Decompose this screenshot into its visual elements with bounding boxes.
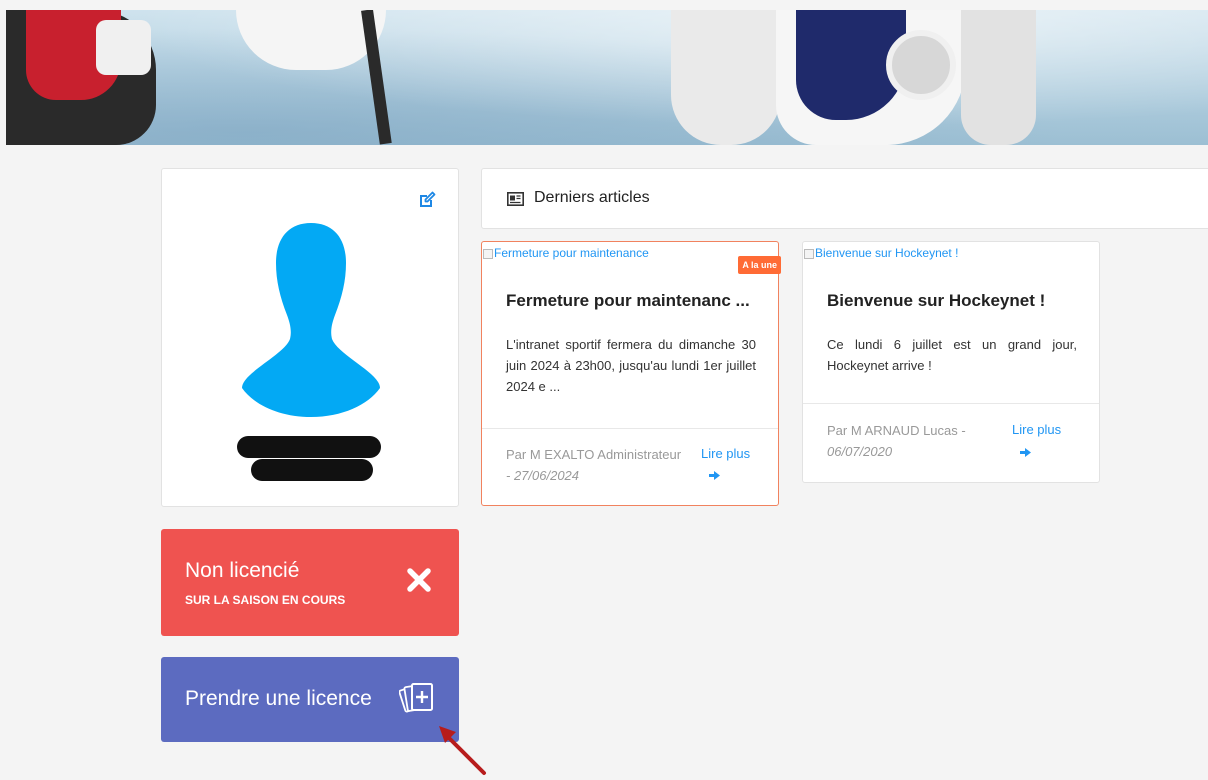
take-licence-button[interactable]: Prendre une licence — [161, 657, 459, 742]
cards-plus-icon — [399, 683, 433, 713]
latest-articles-title: Derniers articles — [534, 189, 650, 206]
arrow-right-icon[interactable] — [1020, 448, 1031, 457]
article-author: Par M ARNAUD Lucas - — [827, 423, 966, 438]
user-silhouette-icon — [242, 223, 380, 417]
article-image-alt: Fermeture pour maintenance — [494, 246, 649, 260]
article-excerpt: L'intranet sportif fermera du dimanche 3… — [506, 337, 756, 394]
annotation-arrow — [439, 726, 486, 775]
hockey-player-glove — [96, 20, 151, 75]
article-title[interactable]: Bienvenue sur Hockeynet ! — [827, 291, 1045, 311]
article-date: 06/07/2020 — [827, 444, 893, 459]
goalie-pad — [961, 10, 1036, 145]
divider — [482, 428, 778, 429]
broken-image-icon — [483, 248, 493, 259]
article-excerpt: Ce lundi 6 juillet est un grand jour, Ho… — [827, 337, 1077, 373]
article-image[interactable]: Fermeture pour maintenance — [483, 246, 649, 260]
article-meta: Par M ARNAUD Lucas - 06/07/2020 — [827, 420, 997, 462]
profile-card — [161, 168, 459, 507]
hero-banner — [6, 10, 1208, 145]
featured-badge: A la une — [738, 256, 781, 274]
broken-image-icon — [804, 248, 814, 259]
article-date: - 27/06/2024 — [506, 468, 580, 483]
latest-articles-header: Derniers articles — [481, 168, 1208, 229]
article-title[interactable]: Fermeture pour maintenanc ... — [506, 291, 750, 311]
article-card[interactable]: Fermeture pour maintenance A la une Ferm… — [481, 241, 781, 506]
article-image[interactable]: Bienvenue sur Hockeynet ! — [804, 246, 958, 260]
close-icon — [407, 568, 431, 592]
divider — [803, 403, 1099, 404]
take-licence-label: Prendre une licence — [185, 687, 372, 710]
edit-icon[interactable] — [418, 191, 436, 209]
article-image-alt: Bienvenue sur Hockeynet ! — [815, 246, 959, 260]
article-author: Par M EXALTO Administrateur — [506, 447, 682, 462]
goalie-helmet — [886, 30, 956, 100]
goalie-pad — [671, 10, 781, 145]
newspaper-icon — [507, 192, 524, 206]
article-card[interactable]: Bienvenue sur Hockeynet ! Bienvenue sur … — [802, 241, 1100, 483]
read-more-link[interactable]: Lire plus — [1012, 422, 1061, 437]
status-subtitle: SUR LA SAISON EN COURS — [185, 593, 346, 607]
redacted-name — [237, 436, 381, 458]
read-more-link[interactable]: Lire plus — [701, 446, 750, 461]
status-title: Non licencié — [185, 559, 300, 582]
article-meta: Par M EXALTO Administrateur - 27/06/2024 — [506, 444, 706, 486]
arrow-right-icon[interactable] — [709, 471, 720, 480]
redacted-name — [251, 459, 373, 481]
licence-status-card: Non licencié SUR LA SAISON EN COURS — [161, 529, 459, 636]
